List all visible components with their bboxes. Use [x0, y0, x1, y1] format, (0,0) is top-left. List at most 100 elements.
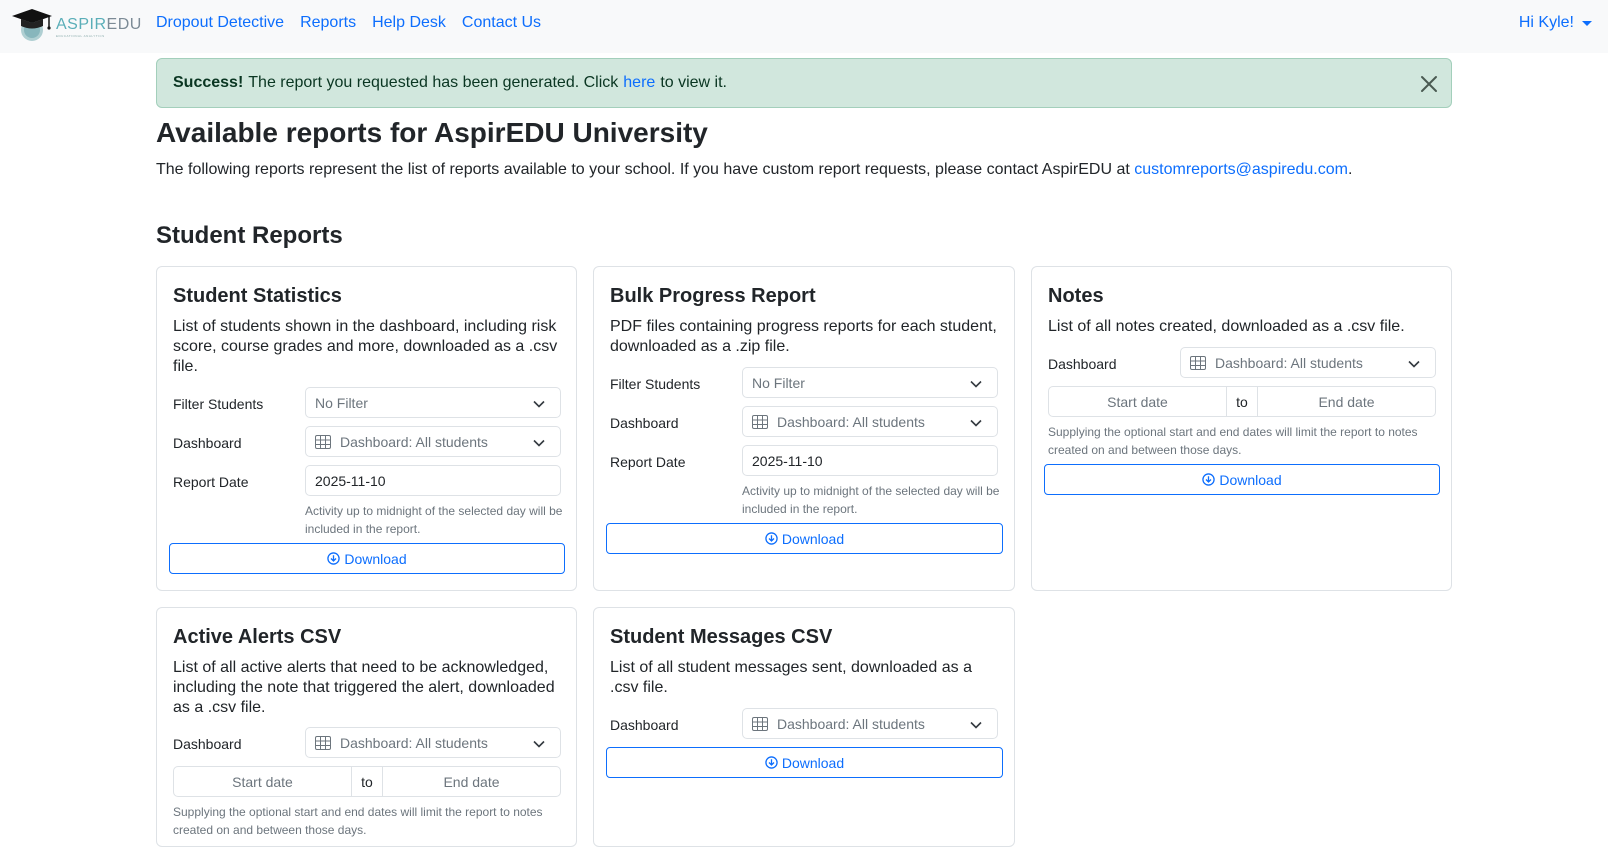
card-description: List of students shown in the dashboard,…: [173, 318, 558, 375]
table-icon: [752, 716, 768, 731]
page-title: Available reports for AspirEDU Universit…: [156, 117, 708, 148]
chevron-down-icon: [970, 380, 982, 388]
intro-end: .: [1347, 161, 1353, 178]
chevron-down-icon: [1408, 360, 1420, 368]
dashboard-select-value: Dashboard: All students: [1215, 354, 1363, 371]
download-button-student-messages[interactable]: Download: [606, 747, 1003, 778]
report-date-input[interactable]: 2025-11-10: [742, 445, 998, 476]
dashboard-label: Dashboard: [1048, 356, 1117, 372]
dashboard-select[interactable]: Dashboard: All students: [305, 727, 561, 758]
graduation-cap-icon: [12, 9, 52, 41]
user-greeting: Hi Kyle!: [1518, 14, 1574, 31]
start-date-input[interactable]: Start date: [173, 766, 352, 797]
card-title: Active Alerts CSV: [173, 626, 342, 648]
range-to-label: to: [1227, 386, 1257, 417]
report-date-input[interactable]: 2025-11-10: [305, 465, 561, 496]
card-description: List of all active alerts that need to b…: [173, 659, 555, 716]
download-icon: [765, 756, 778, 769]
download-label: Download: [781, 530, 845, 547]
download-icon: [765, 532, 778, 545]
card-student-messages-csv: Student Messages CSV List of all student…: [593, 607, 1015, 847]
dashboard-label: Dashboard: [173, 435, 242, 451]
filter-students-label: Filter Students: [610, 376, 701, 392]
nav-link-contact-us[interactable]: Contact Us: [462, 14, 541, 32]
download-label: Download: [344, 550, 407, 567]
card-bulk-progress-report: Bulk Progress Report PDF files containin…: [593, 266, 1015, 591]
chevron-down-icon: [970, 721, 982, 729]
download-button-student-statistics[interactable]: Download: [169, 543, 565, 574]
custom-reports-email-link[interactable]: customreports@aspiredu.com: [1134, 161, 1348, 178]
card-description: List of all student messages sent, downl…: [610, 659, 972, 696]
chevron-down-icon: [970, 419, 982, 427]
dashboard-select-value: Dashboard: All students: [777, 413, 925, 430]
card-description: PDF files containing progress reports fo…: [610, 318, 997, 355]
brand-name-part2: EDU: [106, 16, 142, 33]
filter-students-select[interactable]: No Filter: [742, 367, 998, 398]
nav-link-reports[interactable]: Reports: [300, 14, 356, 32]
alert-text-before: The report you requested has been genera…: [248, 74, 619, 91]
nav-link-help-desk[interactable]: Help Desk: [372, 14, 446, 32]
close-icon[interactable]: [1417, 72, 1441, 96]
card-notes: Notes List of all notes created, downloa…: [1031, 266, 1452, 591]
card-title: Student Messages CSV: [610, 626, 833, 648]
dashboard-label: Dashboard: [173, 736, 242, 752]
range-to-label: to: [352, 766, 382, 797]
date-range-group: Start date to End date: [173, 766, 561, 797]
download-icon: [327, 552, 341, 565]
caret-down-icon: [1582, 20, 1592, 26]
nav-links: Dropout Detective Reports Help Desk Cont…: [156, 14, 557, 32]
dashboard-select[interactable]: Dashboard: All students: [1180, 347, 1436, 378]
dashboard-select-value: Dashboard: All students: [340, 734, 488, 751]
brand-logo[interactable]: ASPIREDU EDUCATIONAL ANALYTICS: [10, 6, 142, 44]
filter-students-label: Filter Students: [173, 396, 264, 412]
brand-name-part1: ASPIR: [56, 16, 107, 33]
download-icon: [1202, 473, 1216, 486]
user-menu-dropdown[interactable]: Hi Kyle!: [1519, 14, 1592, 32]
report-date-label: Report Date: [173, 474, 249, 490]
chevron-down-icon: [533, 400, 545, 408]
filter-students-select[interactable]: No Filter: [305, 387, 561, 418]
table-icon: [752, 414, 768, 429]
filter-select-value: No Filter: [315, 394, 368, 411]
dashboard-label: Dashboard: [610, 717, 679, 733]
dashboard-select[interactable]: Dashboard: All students: [305, 426, 561, 457]
card-title: Bulk Progress Report: [610, 285, 816, 307]
card-student-statistics: Student Statistics List of students show…: [156, 266, 577, 591]
brand-tagline: EDUCATIONAL ANALYTICS: [56, 34, 105, 38]
dashboard-select[interactable]: Dashboard: All students: [742, 708, 998, 739]
end-date-input[interactable]: End date: [1257, 386, 1436, 417]
report-date-label: Report Date: [610, 454, 686, 470]
nav-link-dropout-detective[interactable]: Dropout Detective: [156, 14, 284, 32]
card-title: Notes: [1048, 285, 1104, 307]
section-title-student-reports: Student Reports: [156, 222, 343, 249]
dashboard-select-value: Dashboard: All students: [340, 433, 488, 450]
alert-text-after: to view it.: [660, 74, 727, 91]
top-navbar: ASPIREDU EDUCATIONAL ANALYTICS Dropout D…: [0, 0, 1608, 53]
download-button-notes[interactable]: Download: [1044, 464, 1440, 495]
chevron-down-icon: [533, 740, 545, 748]
date-range-group: Start date to End date: [1048, 386, 1436, 417]
report-date-value: 2025-11-10: [752, 452, 823, 469]
date-range-help: Supplying the optional start and end dat…: [1048, 425, 1418, 457]
date-range-help: Supplying the optional start and end dat…: [173, 805, 543, 837]
start-date-input[interactable]: Start date: [1048, 386, 1227, 417]
download-label: Download: [1219, 471, 1282, 488]
chevron-down-icon: [533, 439, 545, 447]
filter-select-value: No Filter: [752, 374, 805, 391]
end-date-input[interactable]: End date: [382, 766, 561, 797]
card-title: Student Statistics: [173, 285, 342, 307]
dashboard-label: Dashboard: [610, 415, 679, 431]
card-active-alerts-csv: Active Alerts CSV List of all active ale…: [156, 607, 577, 847]
intro-text: The following reports represent the list…: [156, 161, 1130, 178]
table-icon: [315, 735, 331, 750]
success-alert: Success! The report you requested has be…: [156, 58, 1452, 108]
alert-view-report-link[interactable]: here: [623, 74, 655, 92]
dashboard-select[interactable]: Dashboard: All students: [742, 406, 998, 437]
download-label: Download: [781, 754, 845, 771]
report-date-help: Activity up to midnight of the selected …: [742, 484, 1000, 516]
table-icon: [315, 434, 331, 449]
download-button-bulk-progress[interactable]: Download: [606, 523, 1003, 554]
report-date-value: 2025-11-10: [315, 472, 386, 489]
table-icon: [1190, 355, 1206, 370]
report-date-help: Activity up to midnight of the selected …: [305, 504, 563, 536]
